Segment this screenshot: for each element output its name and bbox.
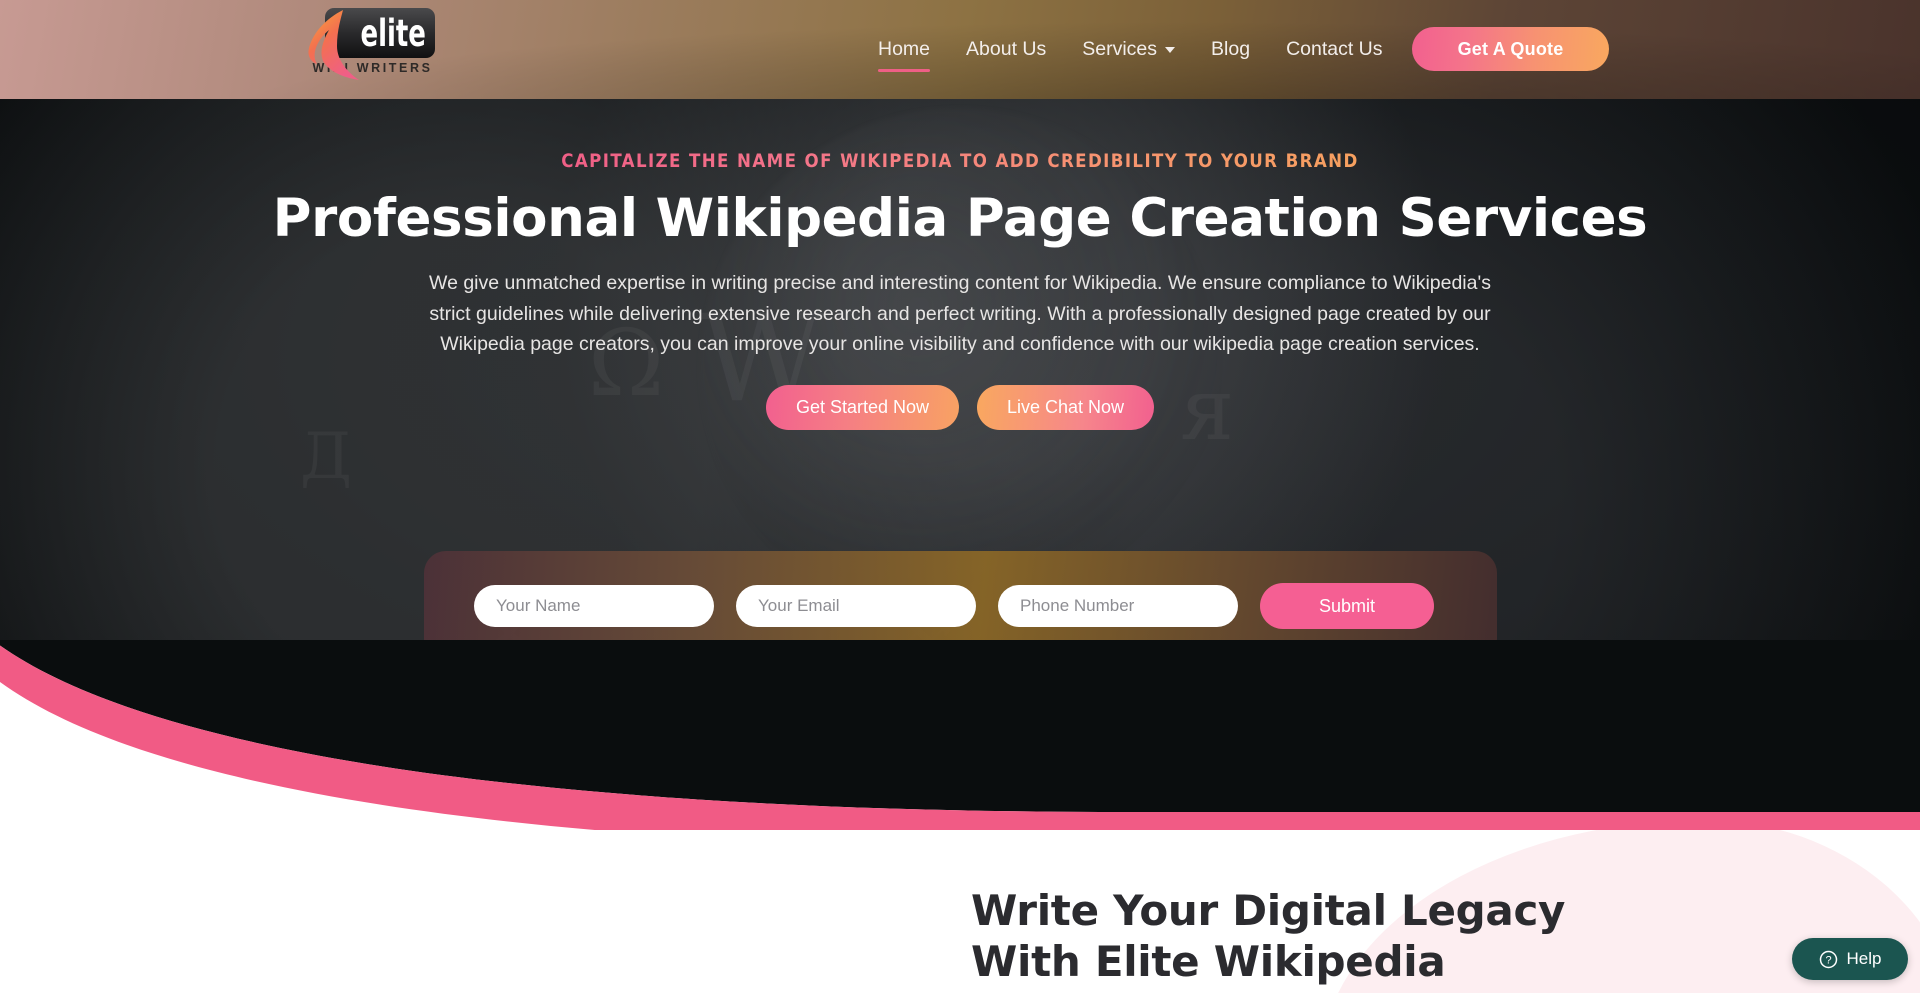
badge-ibt-international-business-times: IBT Voted 2020's #1 REPUTATION MANAGEMEN… xyxy=(1176,702,1250,776)
submit-button[interactable]: Submit xyxy=(1260,583,1434,629)
lead-capture-form: Submit xyxy=(424,551,1497,661)
award-badges-row: business.com Best Pick 2021 TOP PR FIRMS… xyxy=(0,697,1920,781)
badge-year-text: 2021 xyxy=(705,754,728,763)
main-navigation: Home About Us Services Blog Contact Us xyxy=(860,0,1401,99)
section-heading: Write Your Digital Legacy With Elite Wik… xyxy=(971,886,1566,993)
nav-label: Blog xyxy=(1211,38,1251,60)
badge-line-4: SERVICE xyxy=(1074,742,1112,752)
help-widget-label: Help xyxy=(1846,949,1882,968)
badge-brand-text: business.com xyxy=(684,711,748,721)
badge-year-text: 2021 xyxy=(841,757,858,763)
nav-label: Contact Us xyxy=(1286,38,1383,60)
badge-stars-overlay: ★ ★ ★ ★ ★ xyxy=(1070,703,1116,712)
nav-label: Services xyxy=(1082,38,1158,60)
badge-upcity-top-reputation-provider: TOP REPUTATION PROVIDER CERTIFIED BY UPC… xyxy=(936,702,1010,776)
nav-item-about-us[interactable]: About Us xyxy=(948,0,1064,99)
hero-cta-row: Get Started Now Live Chat Now xyxy=(0,384,1920,430)
badge-business-com-best-pick: business.com Best Pick 2021 xyxy=(670,701,762,777)
logo-badge: elite xyxy=(307,8,435,80)
feather-icon xyxy=(307,10,359,80)
badge-award-text: Best Pick xyxy=(692,737,740,749)
logo-wordmark: elite xyxy=(360,11,426,55)
badge-year-text: 2021 xyxy=(1086,755,1100,761)
badge-line-1: Voted 2020's xyxy=(1199,740,1228,746)
hero-paragraph: We give unmatched expertise in writing p… xyxy=(429,272,1491,355)
badge-brand-text: IBT xyxy=(1200,724,1227,739)
site-header: elite WIKI WRITERS Home About Us Service… xyxy=(0,0,1920,99)
svg-text:?: ? xyxy=(1825,954,1831,966)
phone-input[interactable] xyxy=(998,585,1238,627)
hero-eyebrow-wrap: CAPITALIZE THE NAME OF WIKIPEDIA TO ADD … xyxy=(0,99,1920,172)
badge-clutch-top-pr-firms: TOP PR FIRMS Clutch 2021 xyxy=(814,700,884,778)
hero-title: Professional Wikipedia Page Creation Ser… xyxy=(272,188,1648,249)
next-section: Write Your Digital Legacy With Elite Wik… xyxy=(0,800,1920,993)
nav-item-contact-us[interactable]: Contact Us xyxy=(1268,0,1400,99)
badge-line-1: AMERICA'S BEST xyxy=(1067,717,1120,724)
question-circle-icon: ? xyxy=(1819,950,1837,968)
badge-sub-line: PR FIRMS xyxy=(833,727,864,733)
get-started-now-button[interactable]: Get Started Now xyxy=(765,384,959,430)
nav-item-blog[interactable]: Blog xyxy=(1193,0,1268,99)
hero-eyebrow: CAPITALIZE THE NAME OF WIKIPEDIA TO ADD … xyxy=(561,151,1359,172)
nav-item-home[interactable]: Home xyxy=(860,0,948,99)
nav-item-services[interactable]: Services xyxy=(1064,0,1193,99)
nav-label: About Us xyxy=(966,38,1047,60)
live-chat-now-button[interactable]: Live Chat Now xyxy=(977,384,1155,430)
nav-label: Home xyxy=(878,38,931,60)
name-input[interactable] xyxy=(474,585,714,627)
hero-content: CAPITALIZE THE NAME OF WIKIPEDIA TO ADD … xyxy=(0,99,1920,430)
email-input[interactable] xyxy=(736,585,976,627)
get-a-quote-button[interactable]: Get A Quote xyxy=(1412,27,1609,71)
badge-top-line: TOP xyxy=(842,720,855,726)
badge-newsweek-reputation-management: ★ ★ ★ ★ ★ ★ ★ ★ ★ ★ AMERICA'S BEST REPUT… xyxy=(1062,697,1124,781)
badge-brand-text: Clutch xyxy=(824,736,874,752)
help-widget[interactable]: ? Help xyxy=(1792,938,1908,980)
site-logo[interactable]: elite WIKI WRITERS xyxy=(307,8,435,84)
badge-brand-text: Newsweek xyxy=(1067,764,1120,774)
chevron-down-icon xyxy=(1165,46,1176,53)
